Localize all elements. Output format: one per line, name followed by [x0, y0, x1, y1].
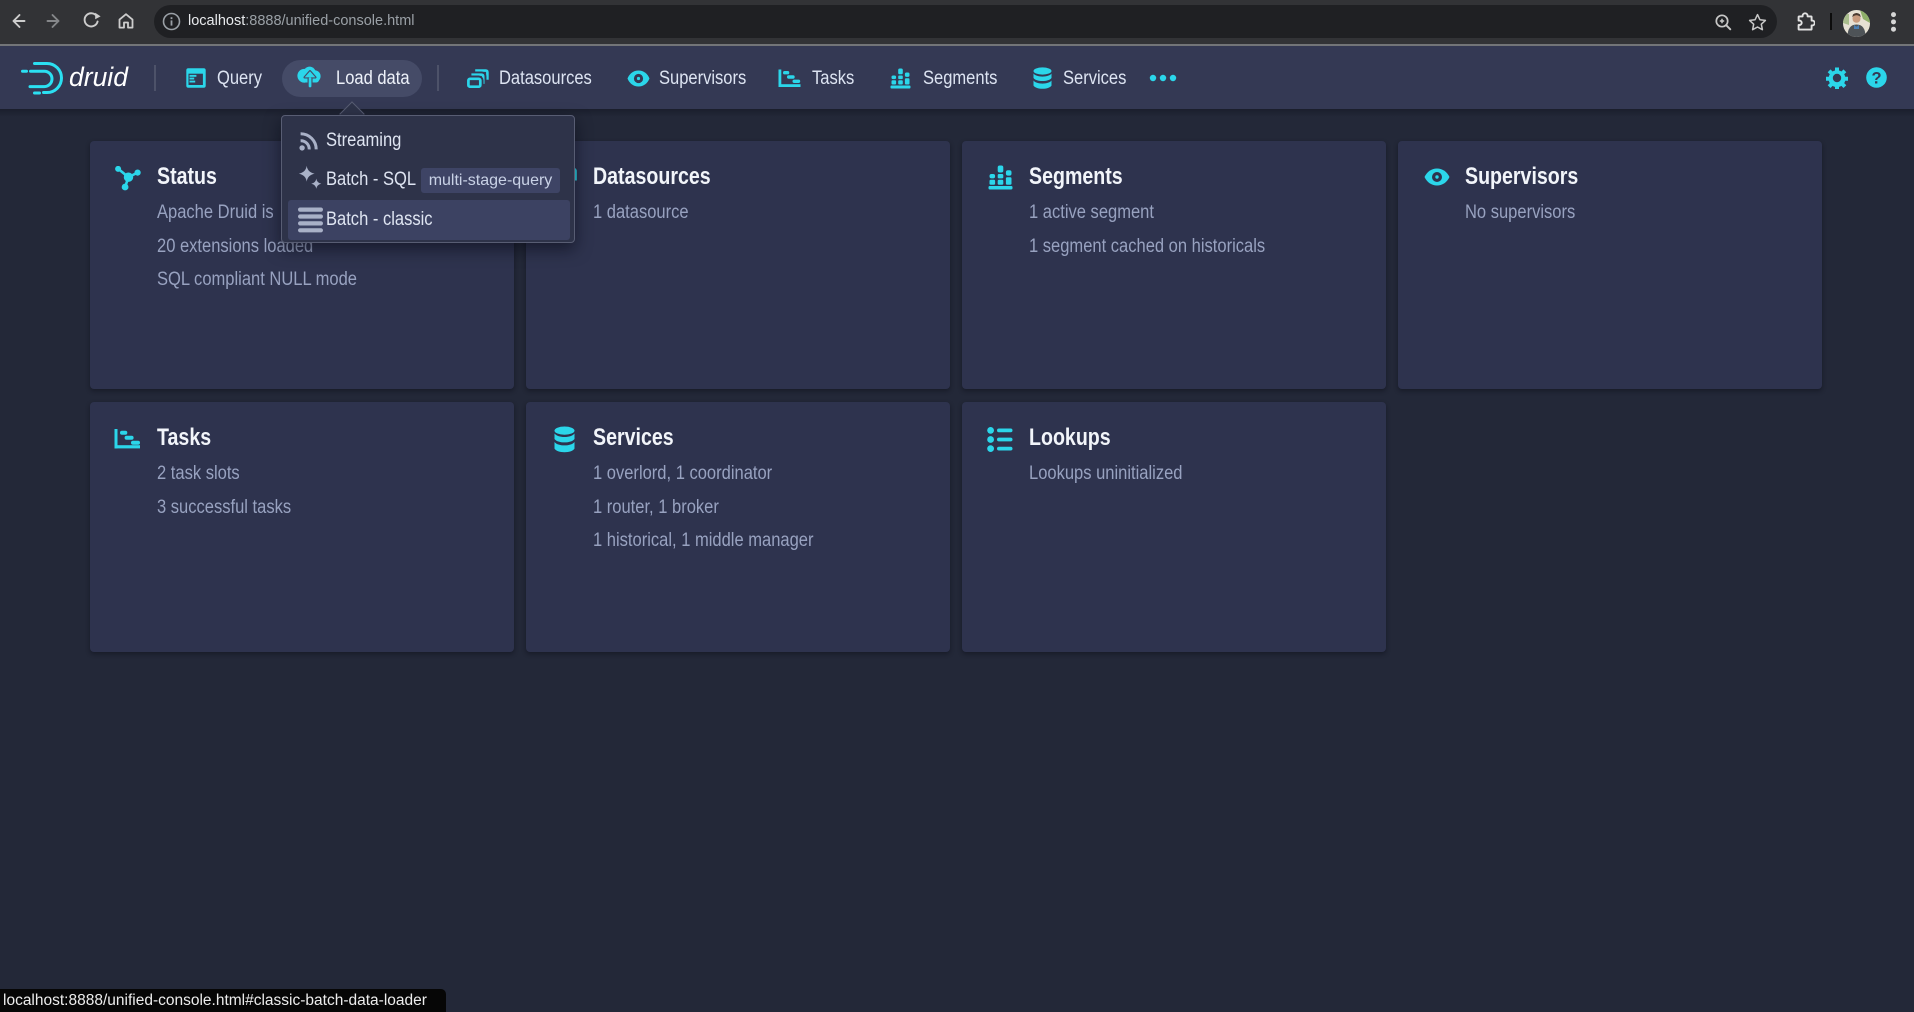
svg-text:druid: druid: [69, 62, 129, 92]
svg-text:?: ?: [1871, 69, 1881, 87]
